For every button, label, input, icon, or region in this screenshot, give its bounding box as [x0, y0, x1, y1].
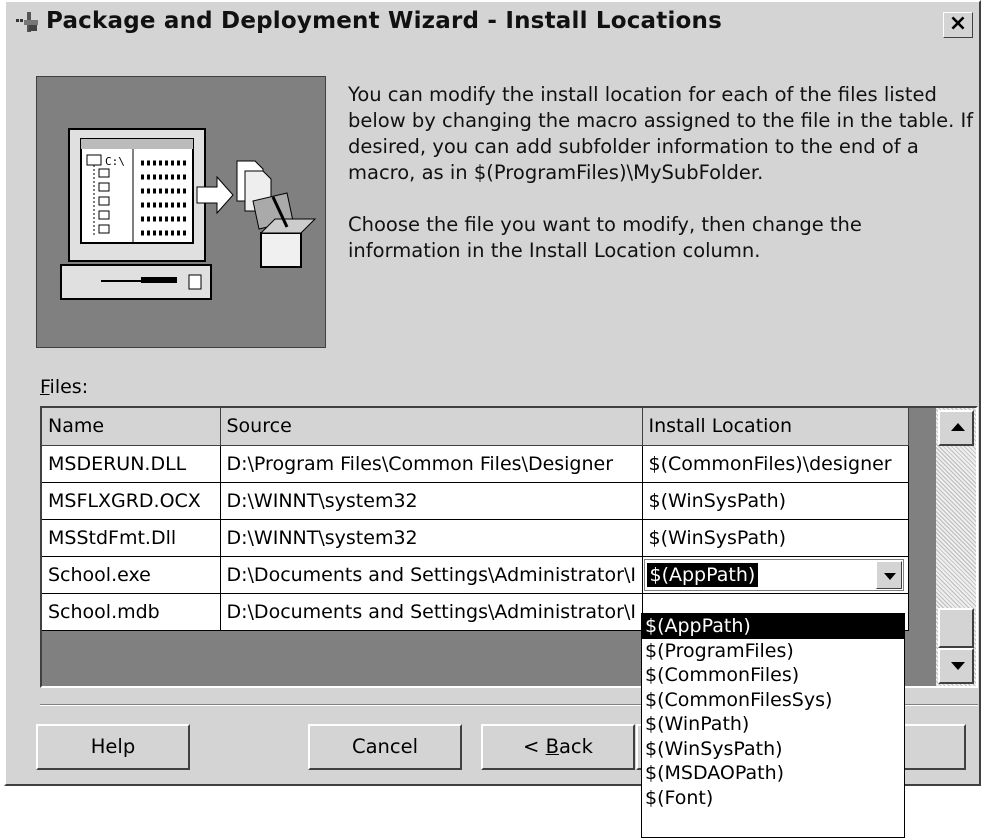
column-header-install-location[interactable]: Install Location: [642, 408, 909, 446]
table-header-row: Name Source Install Location: [42, 408, 909, 446]
cell-install-location[interactable]: $(CommonFiles)\designer: [642, 445, 909, 483]
cell-install-location[interactable]: $(WinSysPath): [642, 519, 909, 557]
help-button[interactable]: Help: [36, 724, 190, 770]
cell-source[interactable]: D:\WINNT\system32: [220, 519, 643, 557]
scroll-up-button[interactable]: [938, 410, 974, 446]
svg-text:C:\: C:\: [105, 155, 125, 168]
files-label-accelerator: F: [40, 376, 50, 398]
vertical-scrollbar[interactable]: [936, 408, 976, 686]
dropdown-option-winsyspath[interactable]: $(WinSysPath): [642, 737, 904, 762]
back-button-prefix: <: [523, 735, 546, 758]
cell-install-location[interactable]: $(WinSysPath): [642, 482, 909, 520]
scroll-thumb[interactable]: [938, 608, 974, 648]
dropdown-option-winpath[interactable]: $(WinPath): [642, 712, 904, 737]
install-location-dropdown-list[interactable]: $(AppPath) $(ProgramFiles) $(CommonFiles…: [641, 613, 905, 838]
close-button[interactable]: ×: [943, 12, 973, 38]
description-text: You can modify the install location for …: [348, 82, 978, 290]
cell-name[interactable]: School.exe: [42, 556, 221, 594]
cell-source[interactable]: D:\WINNT\system32: [220, 482, 643, 520]
dropdown-option-commonfilessys[interactable]: $(CommonFilesSys): [642, 688, 904, 713]
cell-install-location-editing[interactable]: $(AppPath): [642, 556, 909, 594]
cell-source[interactable]: D:\Documents and Settings\Administrator\…: [220, 556, 643, 594]
column-header-name[interactable]: Name: [42, 408, 221, 446]
title-bar: Package and Deployment Wizard - Install …: [6, 2, 979, 42]
cell-source[interactable]: D:\Documents and Settings\Administrator\…: [220, 593, 643, 631]
table-row[interactable]: MSDERUN.DLL D:\Program Files\Common File…: [42, 445, 909, 483]
chevron-down-icon: [883, 572, 896, 580]
back-button-rest: ack: [558, 735, 593, 758]
cell-source[interactable]: D:\Program Files\Common Files\Designer: [220, 445, 643, 483]
combobox-selected-value: $(AppPath): [646, 562, 759, 587]
column-header-source[interactable]: Source: [220, 408, 643, 446]
cell-name[interactable]: MSStdFmt.Dll: [42, 519, 221, 557]
description-paragraph-2: Choose the file you want to modify, then…: [348, 213, 862, 262]
files-label: Files:: [40, 376, 88, 398]
package-wizard-icon: [16, 12, 38, 32]
table-row[interactable]: MSFLXGRD.OCX D:\WINNT\system32 $(WinSysP…: [42, 482, 909, 520]
description-paragraph-1: You can modify the install location for …: [348, 83, 974, 184]
cancel-button[interactable]: Cancel: [308, 724, 462, 770]
scroll-up-arrow-icon: [951, 423, 965, 431]
cell-name[interactable]: MSDERUN.DLL: [42, 445, 221, 483]
scroll-down-button[interactable]: [938, 648, 974, 684]
close-icon: ×: [948, 11, 968, 36]
dropdown-option-font[interactable]: $(Font): [642, 786, 904, 811]
cell-name[interactable]: School.mdb: [42, 593, 221, 631]
computer-to-package-icon: C:\: [60, 128, 317, 300]
back-button[interactable]: < Back: [481, 724, 635, 770]
window-title: Package and Deployment Wizard - Install …: [46, 8, 723, 34]
wizard-illustration: C:\: [36, 76, 326, 348]
dropdown-option-apppath[interactable]: $(AppPath): [642, 614, 904, 639]
files-label-rest: iles:: [49, 376, 89, 398]
back-button-accelerator: B: [545, 735, 559, 758]
cell-name[interactable]: MSFLXGRD.OCX: [42, 482, 221, 520]
table-row[interactable]: MSStdFmt.Dll D:\WINNT\system32 $(WinSysP…: [42, 519, 909, 557]
dropdown-option-msdaopath[interactable]: $(MSDAOPath): [642, 761, 904, 786]
dropdown-option-commonfiles[interactable]: $(CommonFiles): [642, 663, 904, 688]
install-location-combobox[interactable]: $(AppPath): [643, 558, 904, 591]
dropdown-option-programfiles[interactable]: $(ProgramFiles): [642, 639, 904, 664]
scroll-down-arrow-icon: [951, 662, 965, 670]
table-row[interactable]: School.exe D:\Documents and Settings\Adm…: [42, 556, 909, 594]
combobox-dropdown-button[interactable]: [875, 560, 902, 589]
